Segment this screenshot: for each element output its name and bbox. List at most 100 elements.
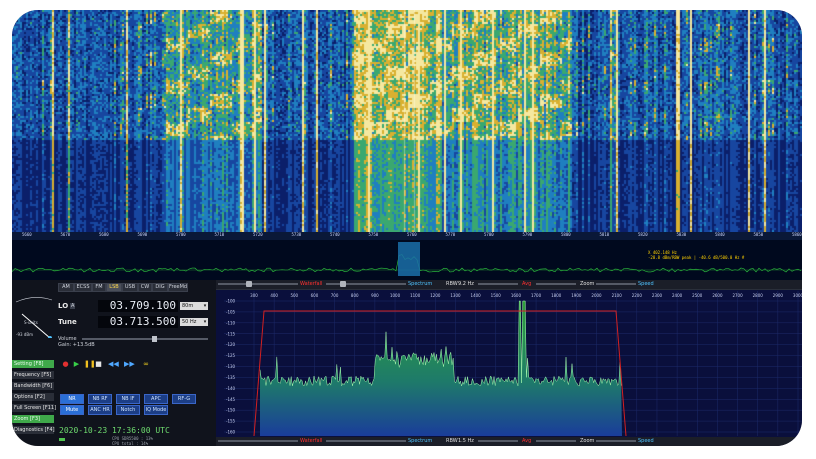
side-button-3[interactable]: Options [F2] — [12, 393, 54, 401]
dsp-button-apc[interactable]: APC — [144, 394, 168, 404]
dsp-button-notch[interactable]: Notch — [116, 405, 140, 415]
tune-step-arrow[interactable]: ▾ — [202, 318, 208, 326]
spectrum-x-tick: 1900 — [571, 293, 582, 298]
speed-slider-bottom[interactable] — [596, 440, 636, 442]
lo-frequency-display[interactable]: 03.709.100 — [98, 300, 178, 312]
spectrum-label: Spectrum — [408, 281, 433, 287]
waterfall-slider[interactable] — [218, 283, 298, 285]
bottom-control-bar: Waterfall Spectrum RBW 1.5 Hz Avg Zoom S… — [216, 437, 802, 446]
spectrum-x-tick: 2700 — [732, 293, 743, 298]
volume-knob[interactable] — [152, 336, 157, 342]
lo-label: LO — [58, 302, 69, 310]
waterfall-axis-tick: 5780 — [484, 232, 494, 237]
fast-forward-icon[interactable]: ▶▶ — [124, 361, 135, 368]
spectrum-slider[interactable] — [326, 283, 406, 285]
speed-slider[interactable] — [596, 283, 636, 285]
overview-spectrum-strip[interactable]: X 402.148 Hz -28.8 dBm/RBW peak | -40.6 … — [12, 240, 802, 280]
waterfall-axis-tick: 5820 — [638, 232, 648, 237]
lo-badge[interactable]: A — [70, 303, 76, 309]
tune-frequency-display[interactable]: 03.713.500 — [98, 316, 178, 328]
mode-tab-ecss[interactable]: ECSS — [74, 283, 92, 292]
waterfall-label: Waterfall — [300, 281, 323, 287]
side-button-5[interactable]: Zoom [F3] — [12, 415, 54, 423]
rbw-value-bottom[interactable]: 1.5 Hz — [458, 438, 474, 444]
band-select-arrow[interactable]: ▾ — [202, 302, 208, 310]
avg-slider-bottom[interactable] — [478, 440, 518, 442]
waterfall-axis-tick: 5850 — [753, 232, 764, 237]
dsp-button-nr[interactable]: NR — [60, 394, 84, 404]
side-button-2[interactable]: Bandwidth [F6] — [12, 382, 54, 390]
spectrum-slider-bottom[interactable] — [326, 440, 406, 442]
mode-tab-dig[interactable]: DIG — [152, 283, 168, 292]
spectrum-x-tick: 1800 — [551, 293, 562, 298]
spectrum-x-tick: 1400 — [471, 293, 482, 298]
loop-icon[interactable]: ∞ — [140, 361, 152, 368]
pause-icon[interactable]: ❚❚ — [84, 361, 96, 368]
spectrum-y-tick: -160 — [226, 430, 236, 435]
spectrum-y-tick: -140 — [226, 386, 236, 391]
rbw-value[interactable]: 9.2 Hz — [458, 281, 474, 287]
spectrum-slider-knob[interactable] — [340, 281, 346, 287]
spectrum-x-tick: 2400 — [672, 293, 683, 298]
dsp-button-nb-rf[interactable]: NB RF — [88, 394, 112, 404]
stop-icon[interactable]: ■ — [95, 361, 102, 368]
waterfall-slider-knob[interactable] — [246, 281, 252, 287]
speed-label: Speed — [638, 281, 654, 287]
waterfall-axis-tick: 5660 — [22, 232, 32, 237]
spectrum-y-tick: -100 — [226, 299, 236, 304]
waterfall-axis-tick: 5750 — [368, 232, 379, 237]
dsp-button-anc-hr[interactable]: ANC HR — [88, 405, 112, 415]
zoom-slider[interactable] — [536, 283, 576, 285]
mode-tab-lsb[interactable]: LSB — [106, 283, 122, 292]
side-button-6[interactable]: Diagnostics [F4] — [12, 426, 55, 434]
top-control-bar: Waterfall Spectrum RBW 9.2 Hz Avg Zoom S… — [216, 280, 802, 290]
spectrum-plot[interactable]: 300 400 500 600 700 800 900 1000 1100 1200 1300 140… — [224, 291, 802, 436]
spectrum-x-tick: 1500 — [491, 293, 502, 298]
avg-slider[interactable] — [478, 283, 518, 285]
spectrum-panel: Waterfall Spectrum RBW 9.2 Hz Avg Zoom S… — [216, 280, 802, 446]
cpu-total-readout: CPU total : 14% — [112, 441, 149, 446]
passband-highlight[interactable] — [398, 242, 420, 276]
play-icon[interactable]: ▶ — [73, 361, 80, 368]
spectrum-label-bottom: Spectrum — [408, 438, 433, 444]
spectrum-x-tick: 2900 — [773, 293, 784, 298]
utc-clock: 2020-10-23 17:36:00 UTC — [59, 426, 170, 435]
spectrum-y-tick: -145 — [226, 397, 236, 402]
waterfall-axis-tick: 5860 — [792, 232, 802, 237]
zoom-label-bottom: Zoom — [580, 438, 595, 444]
dsp-button-iq-mode[interactable]: IQ Mode — [144, 405, 168, 415]
tune-step-select[interactable]: 50 Hz — [180, 318, 202, 326]
s-meter-value: -93 dBm — [16, 332, 33, 337]
spectrum-x-tick: 600 — [311, 293, 319, 298]
waterfall-axis-tick: 5680 — [99, 232, 109, 237]
dsp-button-rf-g[interactable]: RF-G — [172, 394, 196, 404]
spectrum-x-tick: 1300 — [450, 293, 461, 298]
mode-tab-freemd[interactable]: FreeMd — [168, 283, 188, 292]
waterfall-display[interactable] — [12, 10, 802, 232]
mode-tab-cw[interactable]: CW — [138, 283, 152, 292]
waterfall-slider-bottom[interactable] — [218, 440, 298, 442]
waterfall-axis-tick: 5690 — [137, 232, 148, 237]
waterfall-axis-tick: 5830 — [676, 232, 687, 237]
waterfall-axis-tick: 5710 — [214, 232, 225, 237]
zoom-slider-bottom[interactable] — [536, 440, 576, 442]
rewind-icon[interactable]: ◀◀ — [108, 361, 119, 368]
dsp-button-mute[interactable]: Mute — [60, 405, 84, 415]
band-select[interactable]: 80m — [180, 302, 202, 310]
mode-tab-fm[interactable]: FM — [92, 283, 106, 292]
side-button-4[interactable]: Full Screen [F11] — [12, 404, 56, 412]
spectrum-y-tick: -120 — [226, 342, 236, 347]
side-button-1[interactable]: Frequency [F5] — [12, 371, 54, 379]
mode-tab-am[interactable]: AM — [58, 283, 74, 292]
side-button-0[interactable]: Setting [F8] — [12, 360, 54, 368]
avg-label: Avg — [522, 281, 532, 287]
rbw-label: RBW — [446, 281, 458, 287]
mode-tab-usb[interactable]: USB — [122, 283, 138, 292]
spectrum-x-tick: 1700 — [531, 293, 542, 298]
spectrum-x-tick: 2600 — [712, 293, 723, 298]
volume-slider[interactable] — [82, 336, 208, 342]
dsp-button-nb-if[interactable]: NB IF — [116, 394, 140, 404]
spectrum-x-tick: 700 — [331, 293, 339, 298]
waterfall-frequency-axis: 5660 5670 5680 5690 5700 5710 5720 5730 5740 5750… — [12, 232, 802, 240]
record-icon[interactable]: ● — [62, 361, 69, 368]
